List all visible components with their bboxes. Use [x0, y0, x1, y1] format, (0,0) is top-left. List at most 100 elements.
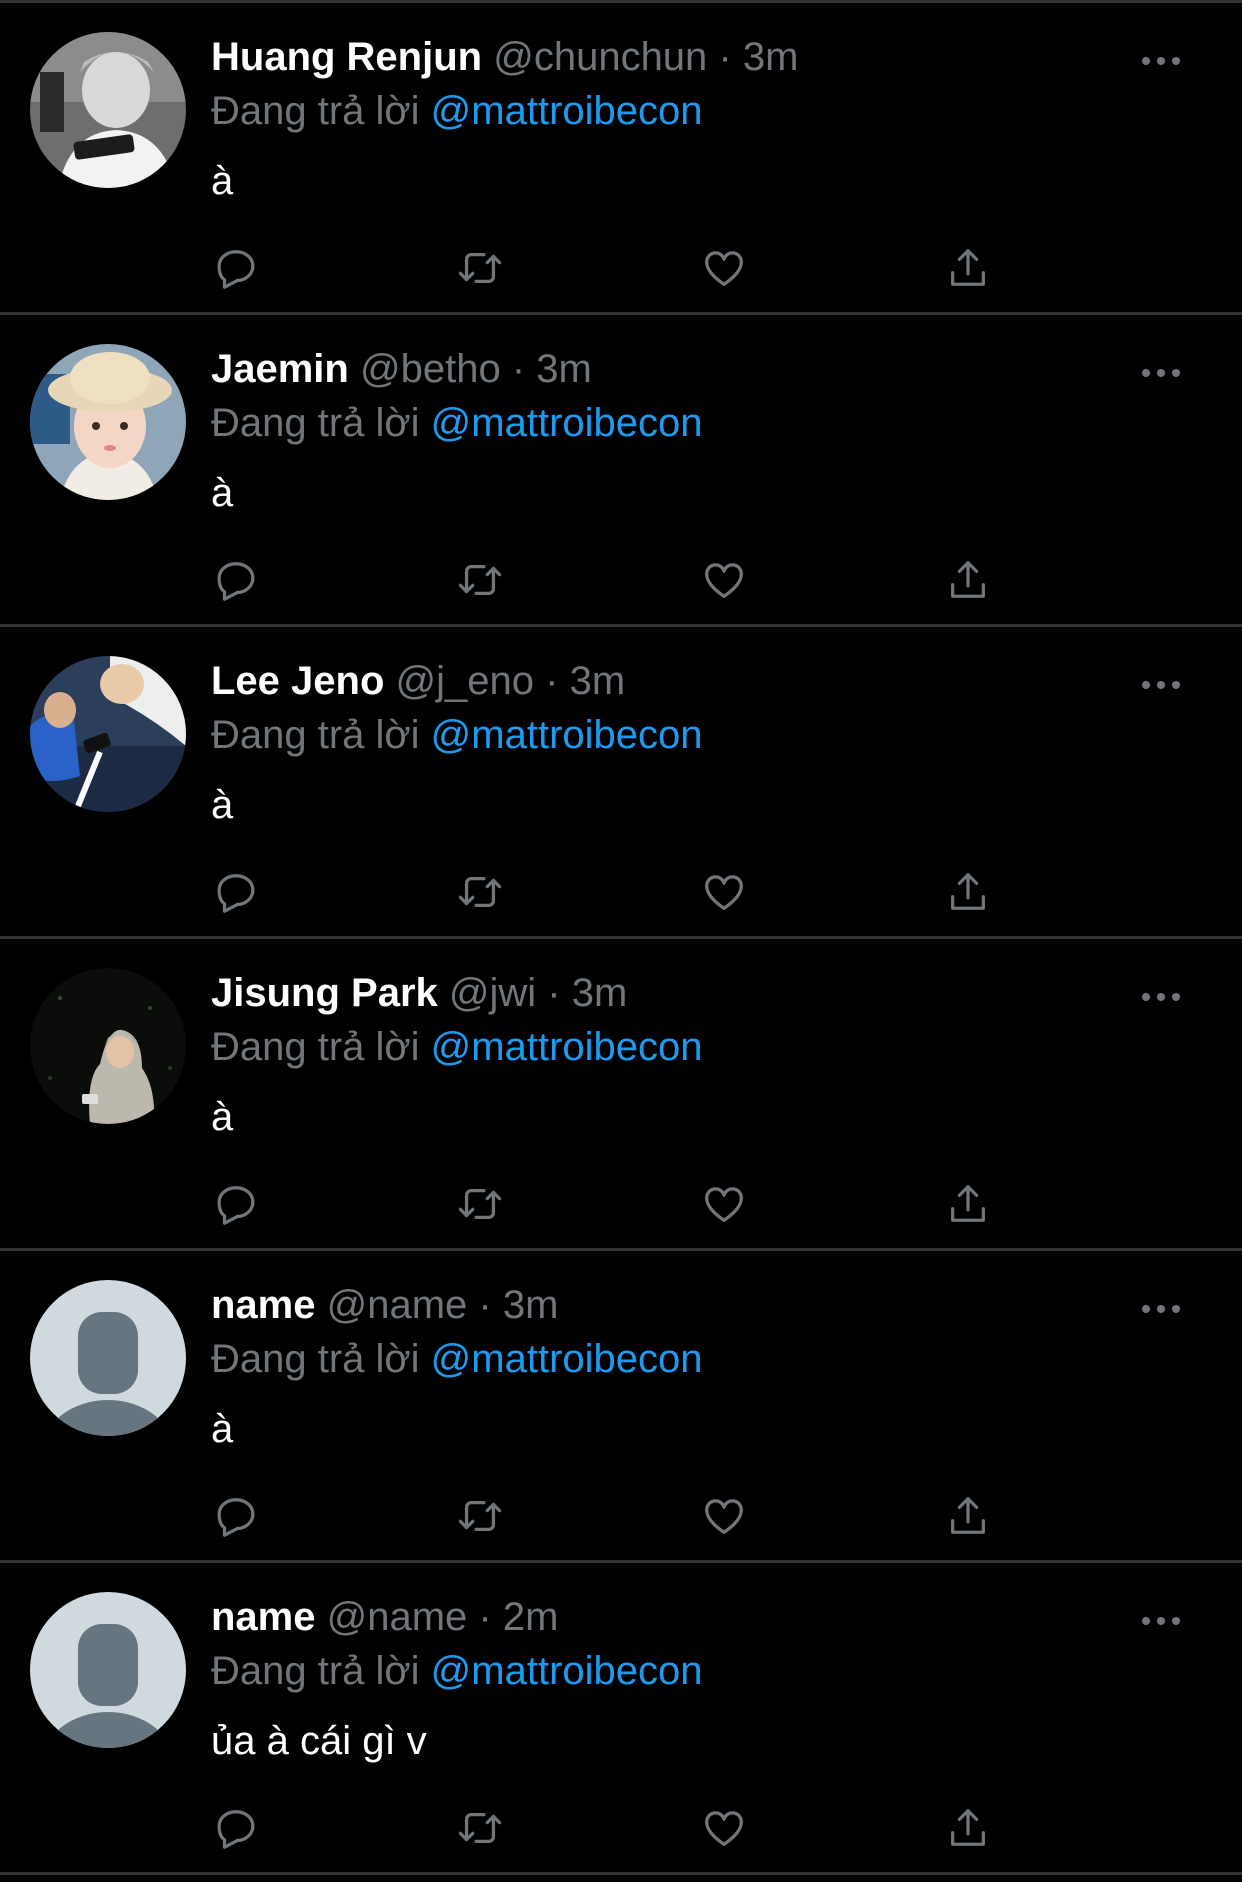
mention-link[interactable]: @mattroibecon: [431, 89, 703, 133]
separator-dot: ·: [718, 35, 732, 79]
display-name[interactable]: Jisung Park: [211, 971, 438, 1015]
like-icon[interactable]: [699, 1491, 749, 1541]
share-icon[interactable]: [943, 867, 993, 917]
like-icon[interactable]: [699, 1803, 749, 1853]
tweet-text: à: [211, 783, 234, 827]
more-options-icon[interactable]: [1137, 1291, 1185, 1327]
replying-to-label: Đang trả lời: [211, 1337, 420, 1381]
reply-icon[interactable]: [211, 243, 261, 293]
reply-icon[interactable]: [211, 1179, 261, 1229]
separator-dot: ·: [511, 347, 526, 391]
tweet-text: à: [211, 159, 234, 203]
user-handle[interactable]: @j_eno: [396, 659, 534, 703]
retweet-icon[interactable]: [455, 1179, 505, 1229]
replying-to: Đang trả lời @mattroibecon: [211, 85, 703, 137]
tweet-header: Jisung Park @jwi · 3m: [211, 967, 627, 1019]
like-icon[interactable]: [699, 555, 749, 605]
mention-link[interactable]: @mattroibecon: [431, 713, 703, 757]
replying-to: Đang trả lời @mattroibecon: [211, 1021, 703, 1073]
avatar[interactable]: [30, 344, 186, 500]
timestamp[interactable]: 3m: [743, 35, 799, 79]
tweet-text: à: [211, 1095, 234, 1139]
display-name[interactable]: name: [211, 1595, 316, 1639]
reply-icon[interactable]: [211, 867, 261, 917]
retweet-icon[interactable]: [455, 243, 505, 293]
tweet-actions: [211, 243, 1011, 293]
retweet-icon[interactable]: [455, 867, 505, 917]
display-name[interactable]: name: [211, 1283, 316, 1327]
mention-link[interactable]: @mattroibecon: [431, 1649, 703, 1693]
tweet-reply[interactable]: Huang Renjun @chunchun · 3m Đang trả lời …: [0, 3, 1242, 315]
display-name[interactable]: Jaemin: [211, 347, 349, 391]
reply-icon[interactable]: [211, 1803, 261, 1853]
like-icon[interactable]: [699, 243, 749, 293]
display-name[interactable]: Huang Renjun: [211, 35, 482, 79]
more-options-icon[interactable]: [1137, 355, 1185, 391]
replying-to-label: Đang trả lời: [211, 1649, 420, 1693]
tweet-reply[interactable]: Lee Jeno @j_eno · 3m Đang trả lời @mattro…: [0, 627, 1242, 939]
tweet-reply[interactable]: Jisung Park @jwi · 3m Đang trả lời @mattr…: [0, 939, 1242, 1251]
user-handle[interactable]: @name: [327, 1283, 468, 1327]
timestamp[interactable]: 3m: [503, 1283, 559, 1327]
reply-icon[interactable]: [211, 1491, 261, 1541]
more-options-icon[interactable]: [1137, 979, 1185, 1015]
separator-dot: ·: [547, 971, 561, 1015]
share-icon[interactable]: [943, 555, 993, 605]
tweet-actions: [211, 1179, 1011, 1229]
share-icon[interactable]: [943, 243, 993, 293]
timestamp[interactable]: 2m: [503, 1595, 559, 1639]
timestamp[interactable]: 3m: [572, 971, 628, 1015]
replying-to: Đang trả lời @mattroibecon: [211, 1333, 703, 1385]
display-name[interactable]: Lee Jeno: [211, 659, 384, 703]
avatar[interactable]: [30, 1592, 186, 1748]
replying-to-label: Đang trả lời: [211, 89, 420, 133]
reply-feed: Huang Renjun @chunchun · 3m Đang trả lời …: [0, 0, 1242, 1882]
timestamp[interactable]: 3m: [536, 347, 592, 391]
mention-link[interactable]: @mattroibecon: [431, 1025, 703, 1069]
tweet-text: à: [211, 1407, 234, 1451]
retweet-icon[interactable]: [455, 1491, 505, 1541]
user-handle[interactable]: @name: [327, 1595, 468, 1639]
tweet-header: name @name · 3m: [211, 1279, 558, 1331]
replying-to: Đang trả lời @mattroibecon: [211, 709, 703, 761]
tweet-header: Huang Renjun @chunchun · 3m: [211, 31, 798, 83]
like-icon[interactable]: [699, 867, 749, 917]
user-handle[interactable]: @jwi: [449, 971, 536, 1015]
tweet-reply[interactable]: name @name · 3m Đang trả lời @mattroibeco…: [0, 1251, 1242, 1563]
user-handle[interactable]: @chunchun: [493, 35, 707, 79]
avatar[interactable]: [30, 656, 186, 812]
reply-icon[interactable]: [211, 555, 261, 605]
tweet-actions: [211, 1803, 1011, 1853]
retweet-icon[interactable]: [455, 555, 505, 605]
tweet-text: à: [211, 471, 234, 515]
more-options-icon[interactable]: [1137, 667, 1185, 703]
share-icon[interactable]: [943, 1179, 993, 1229]
replying-to: Đang trả lời @mattroibecon: [211, 397, 703, 449]
replying-to: Đang trả lời @mattroibecon: [211, 1645, 703, 1697]
share-icon[interactable]: [943, 1803, 993, 1853]
user-handle[interactable]: @betho: [360, 347, 501, 391]
separator-dot: ·: [545, 659, 559, 703]
avatar[interactable]: [30, 968, 186, 1124]
tweet-header: name @name · 2m: [211, 1591, 558, 1643]
tweet-actions: [211, 1491, 1011, 1541]
share-icon[interactable]: [943, 1491, 993, 1541]
separator-dot: ·: [478, 1595, 492, 1639]
more-options-icon[interactable]: [1137, 43, 1185, 79]
mention-link[interactable]: @mattroibecon: [431, 1337, 703, 1381]
timestamp[interactable]: 3m: [570, 659, 626, 703]
avatar[interactable]: [30, 32, 186, 188]
mention-link[interactable]: @mattroibecon: [431, 401, 703, 445]
replying-to-label: Đang trả lời: [211, 713, 420, 757]
tweet-actions: [211, 555, 1011, 605]
separator-dot: ·: [478, 1283, 492, 1327]
tweet-reply[interactable]: name @name · 2m Đang trả lời @mattroibeco…: [0, 1563, 1242, 1875]
more-options-icon[interactable]: [1137, 1603, 1185, 1639]
tweet-header: Lee Jeno @j_eno · 3m: [211, 655, 625, 707]
retweet-icon[interactable]: [455, 1803, 505, 1853]
like-icon[interactable]: [699, 1179, 749, 1229]
tweet-reply[interactable]: Jaemin @betho · 3m Đang trả lời @mattroib…: [0, 315, 1242, 627]
tweet-header: Jaemin @betho · 3m: [211, 343, 592, 395]
tweet-actions: [211, 867, 1011, 917]
avatar[interactable]: [30, 1280, 186, 1436]
